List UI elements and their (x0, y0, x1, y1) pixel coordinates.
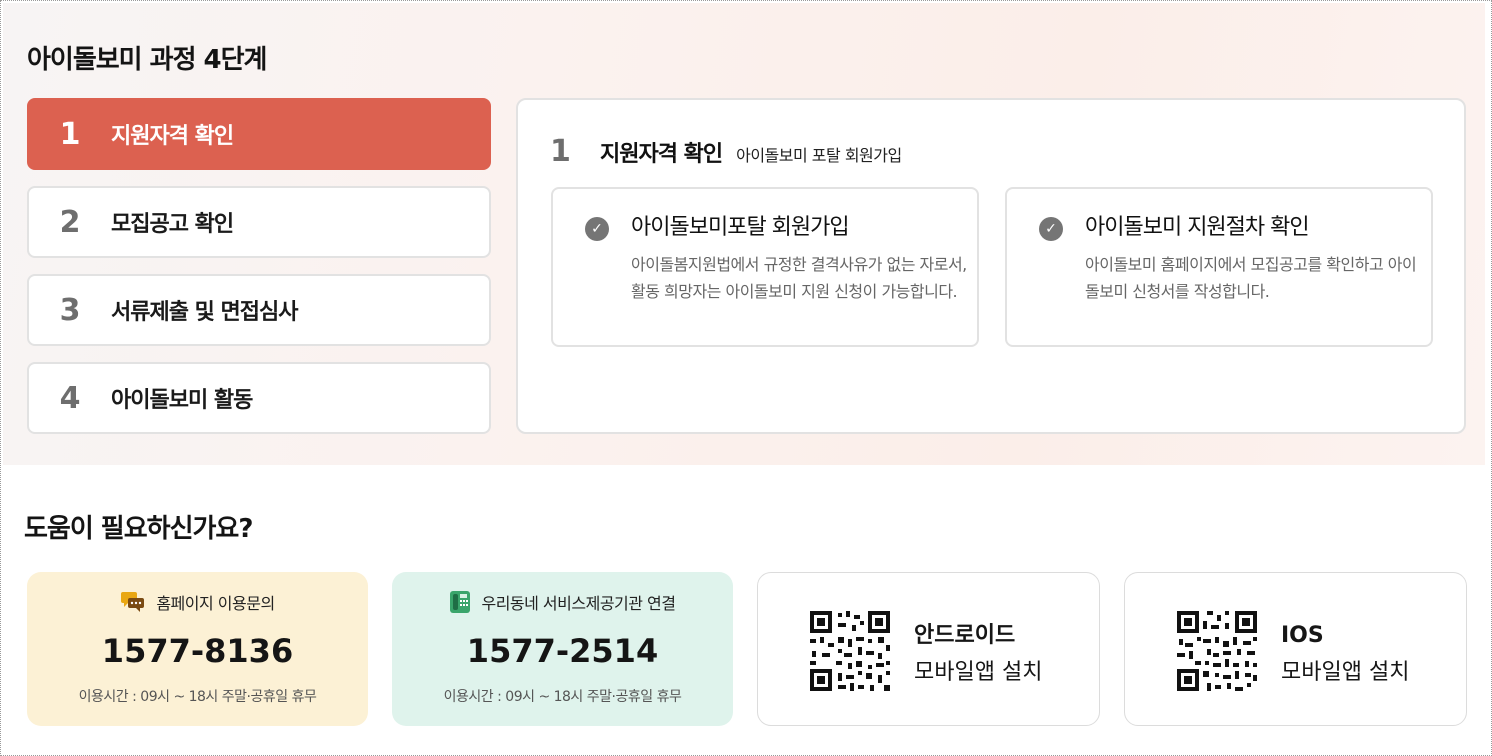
contact-label: 홈페이지 이용문의 (156, 594, 275, 613)
step-item-4[interactable]: 4 아이돌보미 활동 (27, 362, 491, 434)
detail-card-portal-signup: ✓ 아이돌보미포탈 회원가입 아이돌봄지원법에서 규정한 결격사유가 없는 자로… (551, 187, 979, 347)
telephone-icon (450, 591, 471, 613)
qr-code-icon (808, 609, 892, 693)
step-detail-panel: 1 지원자격 확인 아이돌보미 포탈 회원가입 ✓ 아이돌보미포탈 회원가입 아… (516, 98, 1466, 434)
step-number: 3 (59, 292, 81, 328)
step-label: 모집공고 확인 (111, 212, 234, 237)
phone-number: 1577-2514 (466, 632, 659, 670)
step-item-2[interactable]: 2 모집공고 확인 (27, 186, 491, 258)
process-section: 아이돌보미 과정 4단계 1 지원자격 확인 2 모집공고 확인 3 서류제출 … (3, 3, 1485, 465)
check-circle-icon: ✓ (1039, 217, 1063, 241)
check-circle-icon: ✓ (585, 217, 609, 241)
step-label: 지원자격 확인 (111, 124, 234, 149)
ios-app-card[interactable]: IOS 모바일앱 설치 (1124, 572, 1467, 726)
contact-header: 홈페이지 이용문의 (27, 590, 368, 614)
step-number: 1 (59, 116, 81, 152)
step-label: 아이돌보미 활동 (111, 388, 253, 413)
app-install-text: 안드로이드 모바일앱 설치 (914, 617, 1042, 691)
local-service-card[interactable]: 우리동네 서비스제공기관 연결 1577-2514 이용시간 : 09시 ~ 1… (392, 572, 733, 726)
app-install-label: 모바일앱 설치 (914, 660, 1043, 685)
detail-card-title: 아이돌보미포탈 회원가입 (631, 215, 850, 240)
service-hours: 이용시간 : 09시 ~ 18시 주말·공휴일 휴무 (78, 689, 317, 705)
app-platform: IOS (1281, 623, 1324, 648)
service-hours: 이용시간 : 09시 ~ 18시 주말·공휴일 휴무 (443, 689, 682, 705)
chat-bubbles-icon (121, 592, 145, 612)
phone-number: 1577-8136 (101, 632, 294, 670)
step-number: 4 (59, 380, 81, 416)
detail-card-procedure-check: ✓ 아이돌보미 지원절차 확인 아이돌보미 홈페이지에서 모집공고를 확인하고 … (1005, 187, 1433, 347)
detail-step-number: 1 (550, 134, 571, 169)
detail-card-description: 아이돌봄지원법에서 규정한 결격사유가 없는 자로서, 활동 희망자는 아이돌보… (631, 255, 967, 301)
qr-code-icon (1175, 609, 1259, 693)
detail-step-title: 지원자격 확인 (600, 142, 723, 167)
step-item-3[interactable]: 3 서류제출 및 면접심사 (27, 274, 491, 346)
step-number: 2 (59, 204, 81, 240)
process-title: 아이돌보미 과정 4단계 (27, 45, 267, 75)
detail-card-title: 아이돌보미 지원절차 확인 (1085, 215, 1310, 240)
step-label: 서류제출 및 면접심사 (111, 300, 298, 325)
contact-header: 우리동네 서비스제공기관 연결 (392, 590, 733, 614)
app-install-text: IOS 모바일앱 설치 (1281, 617, 1409, 691)
step-list: 1 지원자격 확인 2 모집공고 확인 3 서류제출 및 면접심사 4 아이돌보… (27, 98, 491, 450)
help-title: 도움이 필요하신가요? (24, 514, 253, 544)
detail-step-subtitle: 아이돌보미 포탈 회원가입 (736, 146, 902, 165)
detail-card-description: 아이돌보미 홈페이지에서 모집공고를 확인하고 아이돌보미 신청서를 작성합니다… (1085, 255, 1417, 301)
app-platform: 안드로이드 (914, 623, 1016, 648)
step-detail-header: 1 지원자격 확인 아이돌보미 포탈 회원가입 (550, 134, 902, 169)
android-app-card[interactable]: 안드로이드 모바일앱 설치 (757, 572, 1100, 726)
homepage-inquiry-card[interactable]: 홈페이지 이용문의 1577-8136 이용시간 : 09시 ~ 18시 주말·… (27, 572, 368, 726)
step-item-1[interactable]: 1 지원자격 확인 (27, 98, 491, 170)
app-install-label: 모바일앱 설치 (1281, 660, 1410, 685)
contact-label: 우리동네 서비스제공기관 연결 (481, 594, 676, 613)
